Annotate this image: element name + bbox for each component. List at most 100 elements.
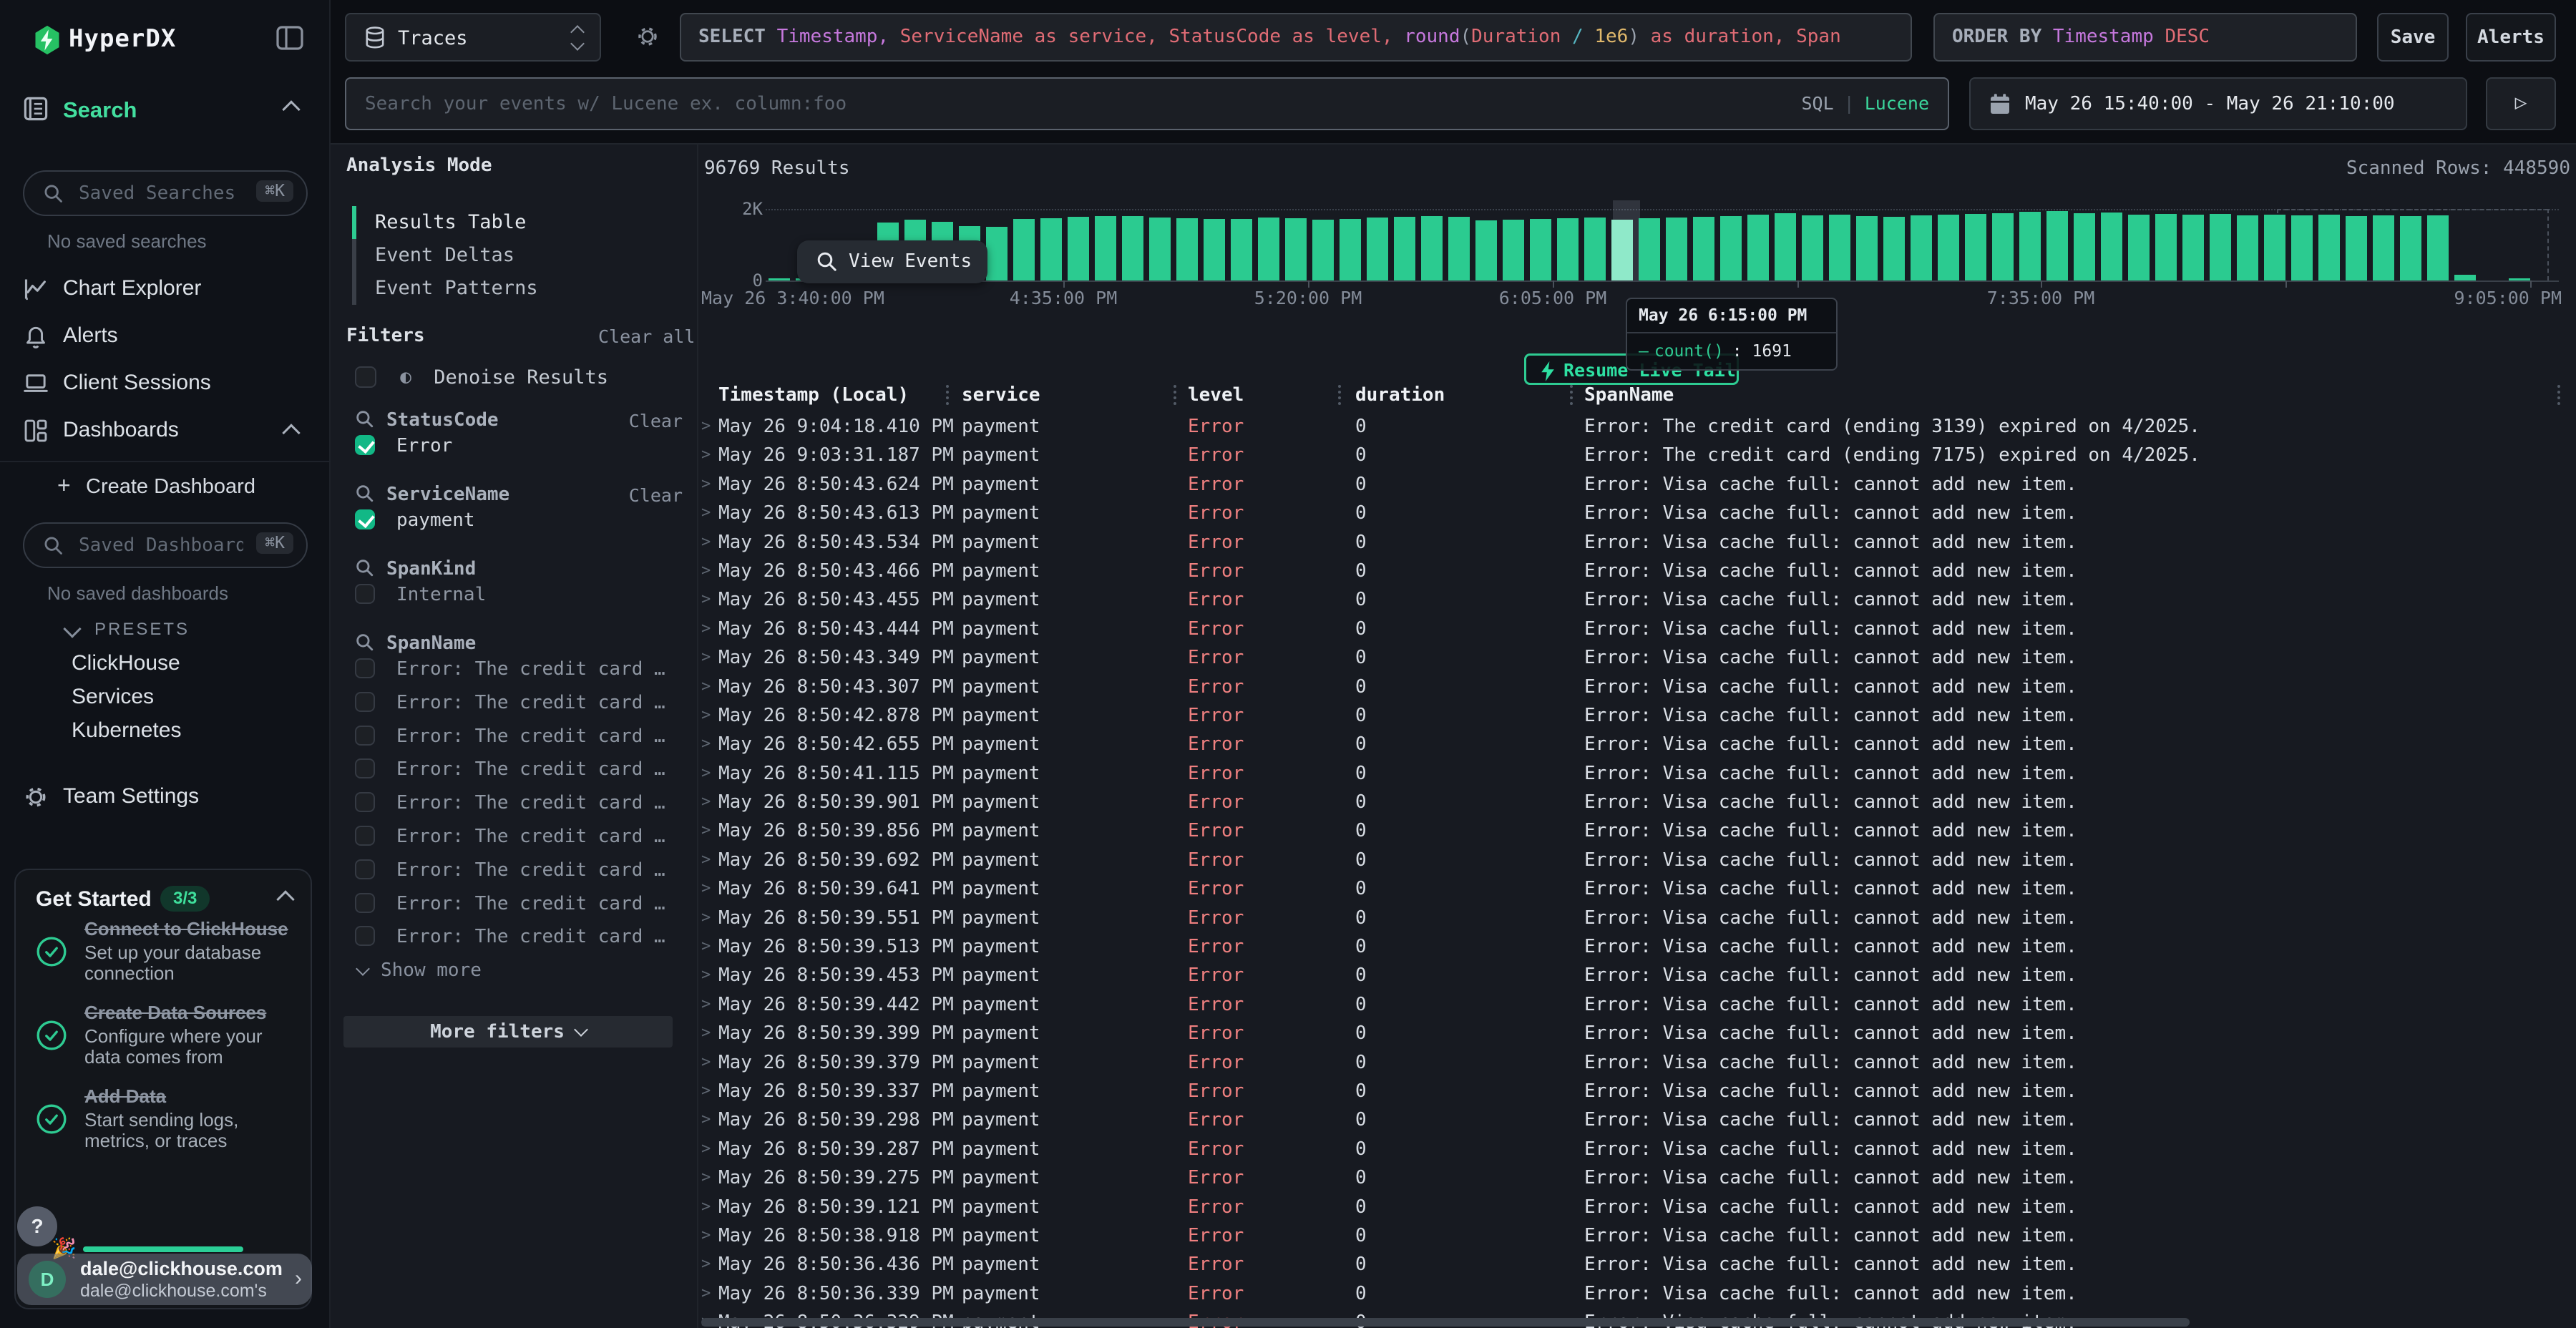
chart-bar[interactable] xyxy=(2373,215,2394,281)
sidebar-item-alerts[interactable]: Alerts xyxy=(0,321,331,355)
chart-bar[interactable] xyxy=(1258,218,1279,280)
chart-bar[interactable] xyxy=(1965,214,1986,281)
analysis-mode-results-table[interactable]: Results Table xyxy=(352,206,681,239)
table-row[interactable]: May 26 8:50:43.466 PMpaymentError0Error:… xyxy=(698,557,2576,585)
saved-searches-input[interactable]: ⌘K xyxy=(23,170,308,216)
chart-bar[interactable] xyxy=(2019,212,2041,280)
event-search-input[interactable] xyxy=(365,79,1767,129)
show-more-toggle[interactable]: Show more xyxy=(343,958,697,984)
chart-bar[interactable] xyxy=(1911,215,1932,281)
lang-lucene-toggle[interactable]: Lucene xyxy=(1865,93,1929,114)
filter-option[interactable]: Error: The credit card … xyxy=(343,757,697,791)
clear-all-filters[interactable]: Clear all xyxy=(598,326,695,347)
checkbox-unchecked[interactable] xyxy=(355,692,375,712)
chart-bar[interactable] xyxy=(2237,215,2258,281)
chart-bar[interactable] xyxy=(1666,218,1687,281)
chart-bar[interactable] xyxy=(2264,215,2285,281)
chart-bar[interactable] xyxy=(2427,215,2449,280)
saved-dashboards-field[interactable] xyxy=(79,524,243,567)
chart-bar[interactable] xyxy=(1285,218,1307,280)
sidebar-item-team-settings[interactable]: Team Settings xyxy=(0,781,331,816)
chart-bar[interactable] xyxy=(1720,216,1742,281)
chart-bar[interactable] xyxy=(2046,211,2068,281)
table-row[interactable]: May 26 8:50:36.339 PMpaymentError0Error:… xyxy=(698,1279,2576,1308)
chart-bar[interactable] xyxy=(1475,220,1497,280)
chart-bar[interactable] xyxy=(1747,215,1769,281)
table-row[interactable]: May 26 8:50:43.455 PMpaymentError0Error:… xyxy=(698,585,2576,614)
chart-bar[interactable] xyxy=(1802,215,1823,280)
preset-item-services[interactable]: Services xyxy=(72,685,315,713)
chart-bar[interactable] xyxy=(2101,213,2122,280)
sql-select-editor[interactable]: SELECT Timestamp, ServiceName as service… xyxy=(680,13,1912,62)
chart-bar[interactable] xyxy=(2291,215,2313,280)
order-by-editor[interactable]: ORDER BY Timestamp DESC xyxy=(1933,13,2357,62)
sidebar-item-chart-explorer[interactable]: Chart Explorer xyxy=(0,273,331,308)
chart-bar[interactable] xyxy=(1095,216,1116,281)
chart-bar[interactable] xyxy=(1421,216,1443,280)
source-settings-gear-icon[interactable] xyxy=(635,24,660,49)
create-dashboard-button[interactable]: + Create Dashboard xyxy=(0,472,331,504)
table-row[interactable]: May 26 8:50:39.692 PMpaymentError0Error:… xyxy=(698,846,2576,874)
checkbox-unchecked[interactable] xyxy=(355,893,375,913)
checkbox-unchecked[interactable] xyxy=(355,792,375,812)
view-events-button[interactable]: View Events xyxy=(797,240,987,283)
column-header-service[interactable]: service xyxy=(962,381,1188,409)
table-row[interactable]: May 26 8:50:39.513 PMpaymentError0Error:… xyxy=(698,932,2576,961)
preset-item-clickhouse[interactable]: ClickHouse xyxy=(72,651,315,680)
analysis-mode-event-deltas[interactable]: Event Deltas xyxy=(352,239,681,272)
chart-bar[interactable] xyxy=(1503,220,1524,280)
filter-option[interactable]: Error: The credit card … xyxy=(343,824,697,858)
chart-bar[interactable] xyxy=(2509,278,2530,280)
sidebar-item-search[interactable]: Search xyxy=(0,94,331,129)
chart-bar[interactable] xyxy=(2454,275,2476,281)
checkbox-unchecked[interactable] xyxy=(355,366,376,388)
filter-option[interactable]: Error: The credit card … xyxy=(343,892,697,925)
filter-option[interactable]: Error xyxy=(343,434,697,461)
filter-option[interactable]: Error: The credit card … xyxy=(343,924,697,958)
chart-bar[interactable] xyxy=(2155,214,2177,281)
table-row[interactable]: May 26 8:50:41.115 PMpaymentError0Error:… xyxy=(698,759,2576,788)
chart-bar[interactable] xyxy=(1068,217,1089,281)
checkbox-unchecked[interactable] xyxy=(355,926,375,946)
table-row[interactable]: May 26 8:50:39.901 PMpaymentError0Error:… xyxy=(698,788,2576,816)
chart-bar[interactable] xyxy=(1829,215,1850,280)
table-row[interactable]: May 26 8:50:42.655 PMpaymentError0Error:… xyxy=(698,730,2576,758)
column-header-spanname[interactable]: SpanName xyxy=(1584,381,2576,409)
filter-group-clear[interactable]: Clear xyxy=(629,485,683,506)
help-button[interactable]: ? xyxy=(17,1206,57,1246)
table-row[interactable]: May 26 8:50:39.856 PMpaymentError0Error:… xyxy=(698,816,2576,845)
chart-bar[interactable] xyxy=(1448,217,1470,281)
table-row[interactable]: May 26 8:50:39.641 PMpaymentError0Error:… xyxy=(698,874,2576,903)
alerts-button[interactable]: Alerts xyxy=(2466,13,2556,62)
chart-bar[interactable] xyxy=(1122,216,1143,280)
checkbox-unchecked[interactable] xyxy=(355,726,375,746)
column-header-timestamp-local-[interactable]: Timestamp (Local) xyxy=(718,381,962,409)
get-started-item[interactable]: Connect to ClickHouseSet up your databas… xyxy=(36,919,305,984)
filter-option[interactable]: Error: The credit card … xyxy=(343,690,697,724)
checkbox-unchecked[interactable] xyxy=(355,758,375,778)
chart-bar[interactable] xyxy=(1176,218,1198,281)
table-row[interactable]: May 26 8:50:39.298 PMpaymentError0Error:… xyxy=(698,1105,2576,1134)
checkbox-checked[interactable] xyxy=(355,435,375,455)
chart-bar[interactable] xyxy=(1992,213,2014,281)
filter-option[interactable]: Error: The credit card … xyxy=(343,858,697,892)
filter-option[interactable]: Error: The credit card … xyxy=(343,657,697,690)
table-row[interactable]: May 26 8:50:42.878 PMpaymentError0Error:… xyxy=(698,701,2576,730)
table-row[interactable]: May 26 8:50:39.275 PMpaymentError0Error:… xyxy=(698,1163,2576,1192)
checkbox-checked[interactable] xyxy=(355,509,375,529)
chart-bar[interactable] xyxy=(2318,215,2340,280)
chart-bar[interactable] xyxy=(1611,220,1633,280)
chart-bar[interactable] xyxy=(1312,220,1334,280)
table-row[interactable]: May 26 8:50:43.624 PMpaymentError0Error:… xyxy=(698,470,2576,499)
chart-bar[interactable] xyxy=(769,278,790,280)
chart-bar[interactable] xyxy=(1639,218,1660,280)
column-header-duration[interactable]: duration xyxy=(1355,381,1584,409)
column-resize-handle[interactable] xyxy=(1174,385,1176,405)
chart-bar[interactable] xyxy=(2128,215,2150,281)
chart-bar[interactable] xyxy=(1367,218,1388,280)
chart-bar[interactable] xyxy=(1938,215,1959,281)
table-row[interactable]: May 26 8:50:39.442 PMpaymentError0Error:… xyxy=(698,990,2576,1019)
chart-bar[interactable] xyxy=(1693,217,1714,281)
user-menu[interactable]: D dale@clickhouse.com dale@clickhouse.co… xyxy=(17,1254,312,1305)
saved-dashboards-input[interactable]: ⌘K xyxy=(23,522,308,568)
